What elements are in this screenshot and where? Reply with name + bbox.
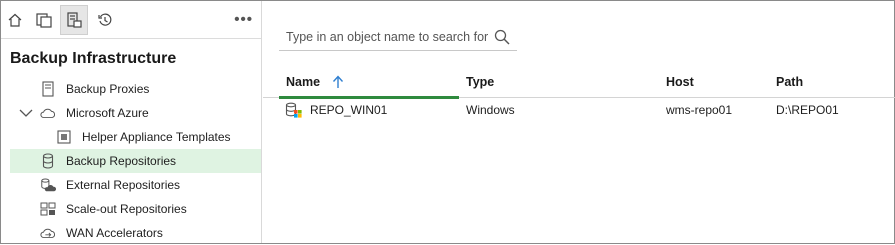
external-repository-icon bbox=[40, 177, 56, 193]
column-header-label: Type bbox=[466, 75, 495, 89]
tree-item-label: Scale-out Repositories bbox=[66, 202, 187, 216]
tree-item-external-repositories[interactable]: External Repositories bbox=[1, 173, 261, 197]
column-header-label: Name bbox=[286, 75, 321, 89]
tree-item-microsoft-azure[interactable]: Microsoft Azure bbox=[1, 101, 261, 125]
tree-item-scale-out-repositories[interactable]: Scale-out Repositories bbox=[1, 197, 261, 221]
navigation-pane: ••• Backup Infrastructure Backup Proxies… bbox=[1, 1, 262, 243]
search-icon[interactable] bbox=[493, 28, 511, 46]
more-options-icon[interactable]: ••• bbox=[234, 11, 253, 28]
app-window: ••• Backup Infrastructure Backup Proxies… bbox=[0, 0, 895, 244]
search-input[interactable]: Type in an object name to search for bbox=[286, 30, 488, 44]
cloud-icon bbox=[40, 105, 56, 121]
tree-item-backup-repositories[interactable]: Backup Repositories bbox=[10, 149, 261, 173]
tree-item-helper-appliance-templates[interactable]: Helper Appliance Templates bbox=[1, 125, 261, 149]
database-icon bbox=[40, 153, 56, 169]
proxy-icon bbox=[40, 81, 56, 97]
table-row[interactable]: REPO_WIN01 Windows wms-repo01 D:\REPO01 bbox=[263, 99, 895, 121]
cell-host: wms-repo01 bbox=[666, 103, 733, 117]
appliance-icon bbox=[56, 129, 72, 145]
home-button[interactable] bbox=[1, 5, 29, 35]
column-header-label: Path bbox=[776, 75, 804, 89]
content-pane: Type in an object name to search for Nam… bbox=[263, 1, 895, 243]
search-box[interactable]: Type in an object name to search for bbox=[279, 23, 517, 51]
backup-infrastructure-button[interactable] bbox=[60, 5, 88, 35]
tree-item-label: External Repositories bbox=[66, 178, 181, 192]
inventory-icon bbox=[36, 13, 52, 28]
history-button[interactable] bbox=[91, 5, 119, 35]
home-icon bbox=[8, 13, 22, 27]
windows-repository-icon bbox=[285, 102, 302, 118]
tree-item-label: WAN Accelerators bbox=[66, 226, 163, 240]
tree-item-label: Backup Proxies bbox=[66, 82, 150, 96]
cell-type: Windows bbox=[466, 103, 515, 117]
scale-out-repository-icon bbox=[40, 201, 56, 217]
view-toolbar: ••• bbox=[1, 1, 261, 39]
column-header-name[interactable]: Name bbox=[286, 67, 344, 97]
column-header-host[interactable]: Host bbox=[666, 67, 694, 97]
cell-path: D:\REPO01 bbox=[776, 103, 839, 117]
history-icon bbox=[98, 13, 112, 26]
column-header-label: Host bbox=[666, 75, 694, 89]
inventory-button[interactable] bbox=[30, 5, 58, 35]
tree-item-label: Helper Appliance Templates bbox=[82, 130, 231, 144]
column-header-type[interactable]: Type bbox=[466, 67, 494, 97]
tree-item-label: Backup Repositories bbox=[66, 154, 177, 168]
backup-infrastructure-icon bbox=[67, 12, 82, 28]
cell-name: REPO_WIN01 bbox=[310, 103, 388, 117]
tree-item-backup-proxies[interactable]: Backup Proxies bbox=[1, 77, 261, 101]
sort-ascending-icon bbox=[333, 75, 344, 88]
tree-item-wan-accelerators[interactable]: WAN Accelerators bbox=[1, 221, 261, 245]
panel-title: Backup Infrastructure bbox=[10, 50, 177, 67]
wan-accelerator-icon bbox=[40, 225, 56, 241]
tree-item-label: Microsoft Azure bbox=[66, 106, 149, 120]
column-header-path[interactable]: Path bbox=[776, 67, 803, 97]
